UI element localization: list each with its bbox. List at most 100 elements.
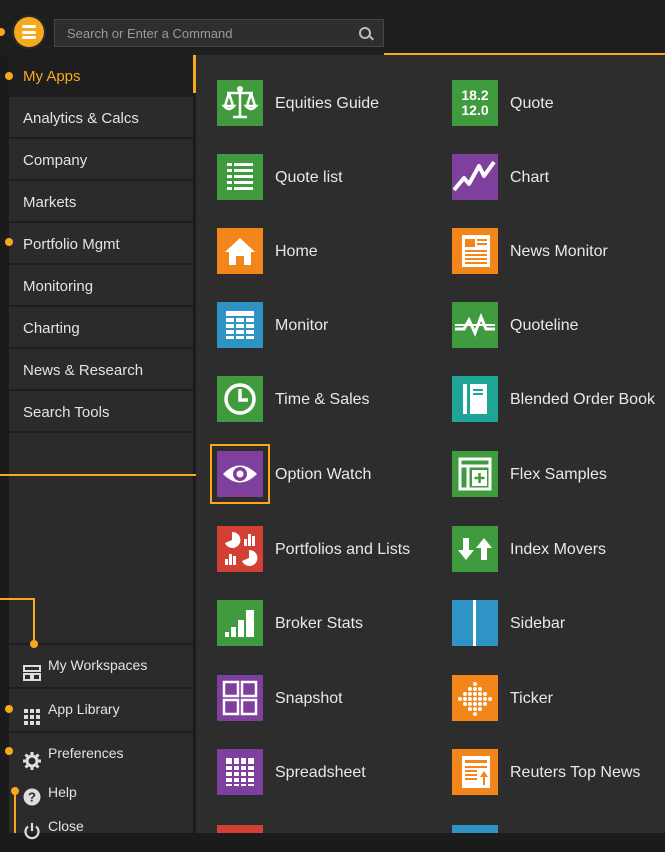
app-spreadsheet[interactable]: Spreadsheet [217, 749, 457, 799]
app-menu-logo-icon[interactable] [14, 17, 44, 47]
sidebar: My Apps Analytics & Calcs Company Market… [9, 57, 193, 840]
app-label: Broker Stats [275, 614, 364, 632]
app-label: Snapshot [275, 689, 343, 707]
callout-dot [11, 787, 19, 795]
sidebar-item-label: News & Research [23, 362, 144, 379]
app-label: News Monitor [510, 242, 608, 260]
app-label: Reuters Top News [510, 763, 641, 781]
app-monitor[interactable]: Monitor [217, 302, 457, 352]
app-equities-guide[interactable]: Equities Guide [217, 80, 457, 130]
sidebar-item-charting[interactable]: Charting [9, 309, 193, 349]
spreadsheet-icon [217, 749, 263, 795]
line-chart-icon [452, 154, 498, 200]
app-broker-stats[interactable]: Broker Stats [217, 600, 457, 650]
app-portfolios-lists[interactable]: Portfolios and Lists [217, 526, 457, 576]
svg-text:?: ? [28, 790, 36, 805]
callout-dot [5, 72, 13, 80]
ticker-icon [452, 675, 498, 721]
help-button[interactable]: ? Help [9, 775, 193, 809]
app-flex-samples[interactable]: Flex Samples [452, 451, 665, 501]
top-bar [0, 0, 665, 55]
callout-dot [5, 705, 13, 713]
question-icon: ? [23, 784, 41, 806]
app-home[interactable]: Home [217, 228, 457, 278]
quote-tile-value: 18.2 [461, 87, 489, 103]
app-label: Blended Order Book [510, 390, 655, 408]
sidebar-item-company[interactable]: Company [9, 141, 193, 181]
snapshot-icon [217, 675, 263, 721]
app-label: Portfolios and Lists [275, 540, 411, 558]
app-chart[interactable]: Chart [452, 154, 665, 204]
sidebar-item-label: Company [23, 152, 88, 169]
app-quote[interactable]: 18.2 12.0 Quote [452, 80, 665, 130]
sidebar-item-analytics[interactable]: Analytics & Calcs [9, 99, 193, 139]
sidebar-item-search-tools[interactable]: Search Tools [9, 393, 193, 433]
bottom-item-label: Help [48, 784, 77, 800]
sidebar-item-markets[interactable]: Markets [9, 183, 193, 223]
app-snapshot[interactable]: Snapshot [217, 675, 457, 725]
app-tile-partial[interactable] [217, 825, 263, 833]
app-label: Index Movers [510, 540, 607, 558]
app-index-movers[interactable]: Index Movers [452, 526, 665, 576]
app-label: Quote list [275, 168, 343, 186]
quote-numbers-icon: 18.2 12.0 [452, 80, 498, 126]
app-time-sales[interactable]: Time & Sales [217, 376, 457, 426]
workspaces-icon [23, 657, 41, 682]
callout-dot [5, 747, 13, 755]
app-label: Home [275, 242, 318, 260]
sidebar-item-label: My Apps [23, 68, 81, 85]
app-blended-order-book[interactable]: Blended Order Book [452, 376, 665, 426]
search-input[interactable] [55, 20, 357, 46]
quote-tile-value: 12.0 [461, 102, 489, 118]
my-workspaces-button[interactable]: My Workspaces [9, 643, 193, 685]
bottom-item-label: App Library [48, 701, 120, 717]
app-library-button[interactable]: App Library [9, 687, 193, 729]
table-icon [217, 302, 263, 348]
close-button[interactable]: Close [9, 809, 193, 843]
app-reuters-top-news[interactable]: Reuters Top News [452, 749, 665, 799]
app-news-monitor[interactable]: News Monitor [452, 228, 665, 278]
top-news-icon [452, 749, 498, 795]
callout-line [14, 790, 16, 833]
app-tile-partial[interactable] [452, 825, 498, 833]
app-label: Monitor [275, 316, 329, 334]
arrows-icon [452, 526, 498, 572]
app-label: Chart [510, 168, 550, 186]
news-icon [452, 228, 498, 274]
callout-dot [30, 640, 38, 648]
selection-highlight [210, 444, 270, 504]
callout-line [33, 598, 35, 640]
flex-icon [452, 451, 498, 497]
callout-line [0, 598, 34, 600]
scales-icon [217, 80, 263, 126]
command-search[interactable] [54, 19, 384, 47]
clock-icon [217, 376, 263, 422]
bottom-item-label: Close [48, 818, 84, 834]
book-icon [452, 376, 498, 422]
list-icon [217, 154, 263, 200]
preferences-button[interactable]: Preferences [9, 731, 193, 773]
app-sidebar[interactable]: Sidebar [452, 600, 665, 650]
bottom-item-label: Preferences [48, 745, 124, 761]
gear-icon [23, 745, 41, 771]
portfolio-icon [217, 526, 263, 572]
sidebar-item-label: Charting [23, 320, 80, 337]
sidebar-item-portfolio[interactable]: Portfolio Mgmt [9, 225, 193, 265]
grid-icon [23, 701, 41, 726]
home-icon [217, 228, 263, 274]
bars-icon [217, 600, 263, 646]
sidebar-item-monitoring[interactable]: Monitoring [9, 267, 193, 307]
sidebar-item-my-apps[interactable]: My Apps [9, 57, 193, 97]
app-ticker[interactable]: Ticker [452, 675, 665, 725]
app-label: Sidebar [510, 614, 566, 632]
app-label: Option Watch [275, 465, 372, 483]
sidebar-item-label: Portfolio Mgmt [23, 236, 120, 253]
app-quoteline[interactable]: Quoteline [452, 302, 665, 352]
sidebar-item-news[interactable]: News & Research [9, 351, 193, 391]
sidebar-icon [452, 600, 498, 646]
app-quote-list[interactable]: Quote list [217, 154, 457, 204]
bottom-item-label: My Workspaces [48, 657, 148, 673]
app-label: Time & Sales [275, 390, 370, 408]
power-icon [23, 818, 41, 840]
search-icon[interactable] [359, 27, 371, 39]
